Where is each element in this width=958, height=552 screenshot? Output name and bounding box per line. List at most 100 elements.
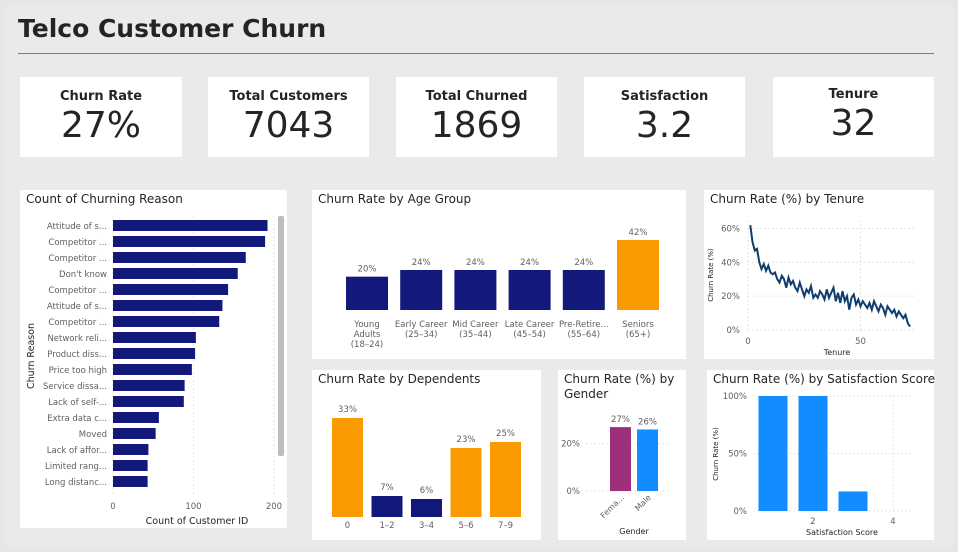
bar — [113, 396, 184, 407]
kpi-value: 3.2 — [635, 105, 694, 146]
tick-label: 0 — [110, 502, 115, 512]
chart-card-age-group[interactable]: Churn Rate by Age Group 20% Young Adults (1… — [312, 190, 686, 359]
title-divider — [18, 53, 934, 54]
kpi-label: Churn Rate — [59, 89, 143, 104]
bar — [113, 364, 192, 375]
tick-label: 4 — [890, 517, 895, 527]
bar — [113, 252, 246, 263]
x-axis-label: Satisfaction Score — [806, 528, 878, 537]
category-label: Price too high — [49, 366, 107, 376]
category-label: Mid Career — [452, 320, 499, 330]
chart-card-gender[interactable]: Churn Rate (%) by Gender 0% 20% 27% Fema...… — [558, 370, 686, 540]
category-label: Network reli... — [47, 334, 107, 344]
category-label: Attitude of s... — [47, 302, 107, 312]
category-label: 7–9 — [498, 521, 513, 531]
tick-label: 0% — [567, 487, 581, 497]
y-axis-label: Churn Rate (%) — [712, 427, 720, 481]
category-label: Early Career — [395, 320, 448, 330]
category-label: Lack of self-... — [48, 398, 107, 408]
tenure-chart: 0% 20% 40% 60% 0 50 Tenure Churn Rate (%) — [707, 220, 916, 357]
data-label: 24% — [466, 258, 485, 268]
y-axis-label: Churn Reason — [26, 323, 37, 389]
bar — [113, 444, 149, 455]
tick-label: 20% — [721, 292, 740, 302]
bar — [838, 491, 868, 511]
category-label: Adults — [354, 330, 381, 340]
category-label: Competitor ... — [48, 238, 107, 248]
chart-card-churn-reason[interactable]: Count of Churning Reason Attitude of s..… — [20, 190, 287, 528]
category-label: Competitor ... — [48, 318, 107, 328]
category-label: (55–64) — [568, 330, 601, 340]
bar — [113, 412, 159, 423]
category-label: Competitor ... — [48, 286, 107, 296]
category-label: Extra data c... — [47, 414, 107, 424]
kpi-value: 1869 — [430, 105, 523, 146]
data-label: 23% — [457, 435, 476, 445]
bar — [371, 496, 403, 517]
category-label: 1–2 — [379, 521, 394, 531]
tick-label: 0% — [727, 326, 741, 336]
chart-card-tenure[interactable]: Churn Rate (%) by Tenure 0% 20% 40% 60% 0 50 T… — [704, 190, 934, 359]
bar — [113, 300, 223, 311]
data-label: 24% — [520, 258, 539, 268]
kpi-label: Total Churned — [425, 89, 528, 104]
bar — [758, 396, 788, 511]
page-title: Telco Customer Churn — [18, 14, 327, 43]
bar — [113, 236, 266, 247]
bar — [113, 380, 185, 391]
age-group-chart: 20% YoungAdults(18–24) 24% Early Career(25–… — [346, 228, 659, 350]
kpi-label: Satisfaction — [620, 89, 709, 104]
kpi-card-total-churned[interactable]: Total Churned 1869 — [396, 77, 557, 157]
kpi-card-satisfaction[interactable]: Satisfaction 3.2 — [584, 77, 745, 157]
category-label: Pre-Retire... — [559, 320, 609, 330]
tick-label: 50% — [728, 450, 747, 460]
category-label: 0 — [345, 521, 350, 531]
y-axis-label: Churn Rate (%) — [707, 248, 715, 302]
category-label: (45–54) — [513, 330, 546, 340]
tick-label: 20% — [561, 440, 580, 450]
category-label: Lack of affor... — [47, 446, 107, 456]
category-label: Late Career — [505, 320, 555, 330]
bar — [113, 348, 196, 359]
bar — [562, 270, 605, 310]
kpi-label: Tenure — [828, 87, 879, 102]
chart-card-dependents[interactable]: Churn Rate by Dependents 33% 0 7% 1–2 6% 3–4 2… — [312, 370, 541, 540]
data-label: 26% — [638, 417, 657, 427]
bar — [113, 268, 238, 279]
category-label: Attitude of s... — [47, 222, 107, 232]
kpi-card-total-customers[interactable]: Total Customers 7043 — [208, 77, 369, 157]
bar — [113, 476, 148, 487]
bar — [113, 220, 268, 231]
bar — [400, 270, 443, 310]
data-label: 7% — [380, 483, 394, 493]
category-label: Moved — [79, 430, 107, 440]
kpi-card-tenure[interactable]: Tenure 32 — [773, 77, 934, 157]
bar — [454, 270, 497, 310]
category-label: Don't know — [59, 270, 107, 280]
category-label: (25–34) — [405, 330, 438, 340]
data-label: 42% — [629, 228, 648, 238]
category-label: (35–44) — [459, 330, 492, 340]
category-label: 5–6 — [458, 521, 473, 531]
bar — [113, 428, 156, 439]
bar — [113, 316, 220, 327]
kpi-value: 27% — [60, 105, 141, 146]
tick-label: 2 — [810, 517, 815, 527]
category-label: Long distanc... — [45, 478, 107, 488]
kpi-label: Total Customers — [229, 89, 348, 104]
x-axis-label: Tenure — [823, 348, 851, 357]
bar — [798, 396, 828, 511]
category-label: Product diss... — [47, 350, 107, 360]
kpi-card-churn-rate[interactable]: Churn Rate 27% — [20, 77, 182, 157]
tick-label: 60% — [721, 224, 740, 234]
data-label: 25% — [496, 429, 515, 439]
scrollbar-thumb — [278, 216, 284, 456]
category-label: Seniors — [622, 320, 654, 330]
series-line — [749, 224, 911, 328]
gender-chart: 0% 20% 27% Fema... 26% Male Gender — [561, 415, 668, 536]
bar — [610, 427, 631, 491]
chart-card-satisfaction[interactable]: Churn Rate (%) by Satisfaction Score 0% 5… — [707, 370, 935, 540]
bar — [508, 270, 551, 310]
x-axis-label: Count of Customer ID — [146, 516, 249, 527]
bar — [490, 442, 521, 517]
